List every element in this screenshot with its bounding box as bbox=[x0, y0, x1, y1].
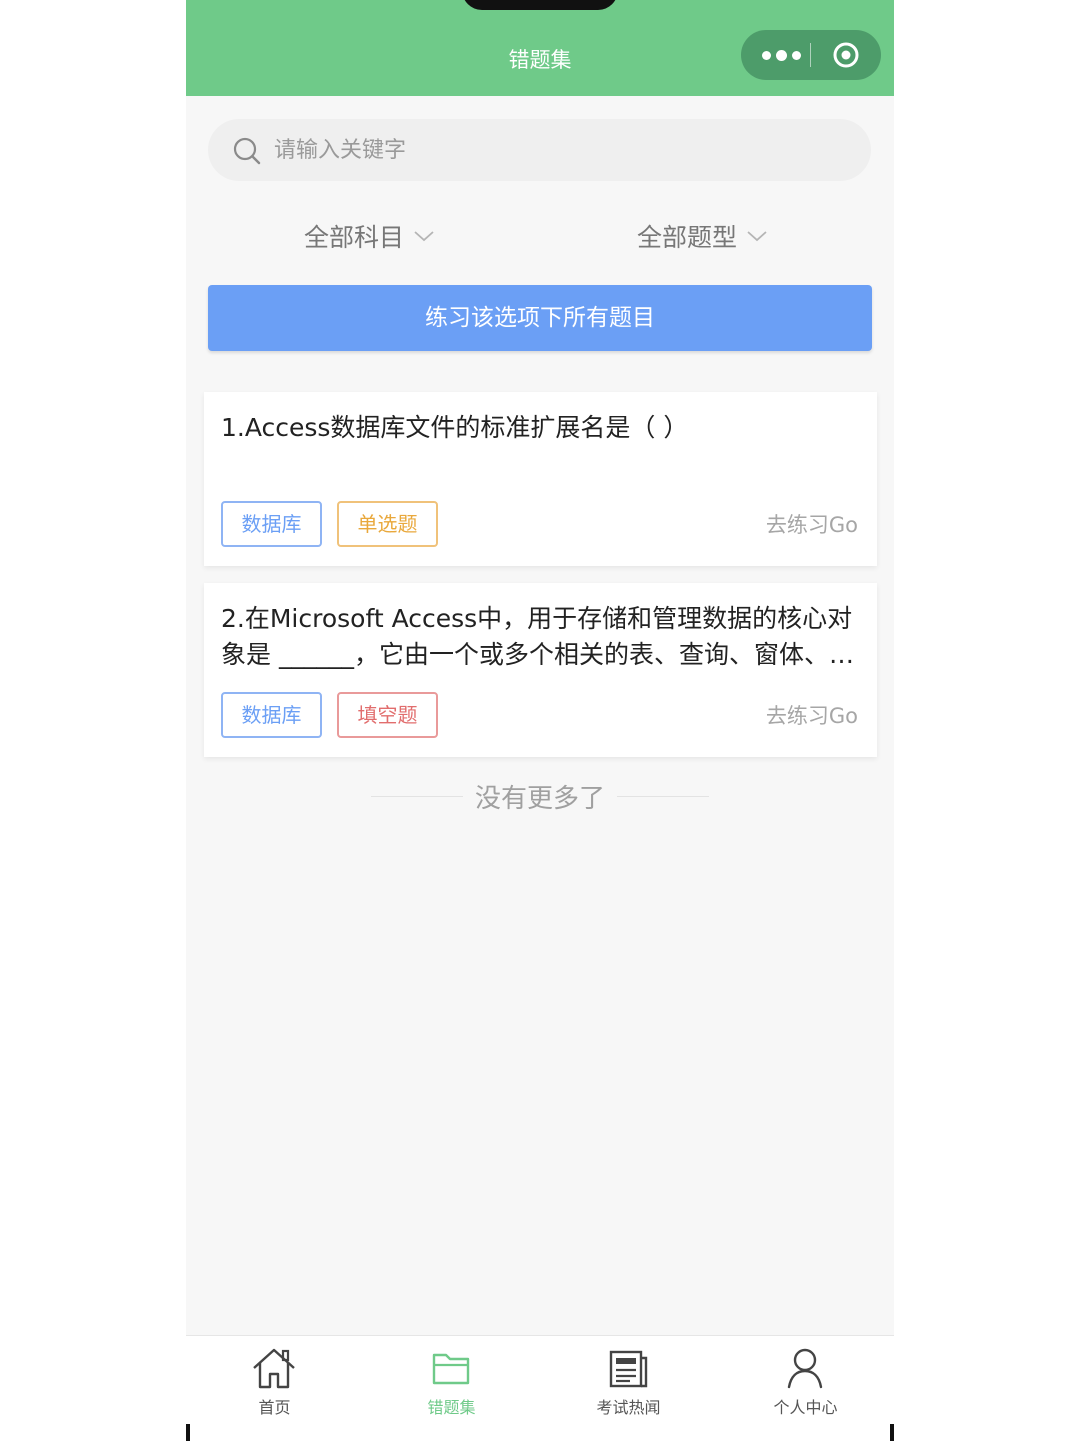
divider-line bbox=[617, 795, 709, 797]
home-icon bbox=[253, 1348, 295, 1389]
question-text: 1.Access数据库文件的标准扩展名是（ ） bbox=[221, 413, 689, 442]
type-tag: 填空题 bbox=[337, 692, 438, 738]
tab-wrong-questions-label: 错题集 bbox=[427, 1398, 476, 1417]
type-filter-label: 全部题型 bbox=[637, 223, 738, 252]
newspaper-icon bbox=[609, 1350, 648, 1388]
more-menu-button[interactable] bbox=[755, 30, 807, 80]
tab-bar: 首页 错题集 考试热闻 个人中心 bbox=[186, 1335, 894, 1441]
camera-notch bbox=[462, 0, 618, 10]
subject-filter[interactable]: 全部科目 bbox=[304, 214, 436, 258]
device-corner bbox=[890, 1424, 894, 1441]
device-corner bbox=[186, 1424, 190, 1441]
more-dot-icon bbox=[775, 49, 787, 61]
subject-tag: 数据库 bbox=[221, 501, 322, 547]
search-input[interactable] bbox=[274, 119, 834, 181]
nav-header: 错题集 bbox=[186, 0, 894, 96]
more-dot-icon bbox=[791, 50, 801, 60]
tab-exam-news-label: 考试热闻 bbox=[596, 1398, 661, 1417]
search-bar[interactable] bbox=[208, 119, 871, 181]
type-filter[interactable]: 全部题型 bbox=[637, 214, 769, 258]
capsule-divider bbox=[810, 43, 811, 67]
go-practice-link[interactable]: 去练习Go bbox=[766, 510, 858, 540]
search-icon bbox=[233, 137, 261, 165]
tab-wrong-questions[interactable]: 错题集 bbox=[363, 1336, 540, 1441]
go-practice-link[interactable]: 去练习Go bbox=[766, 701, 858, 731]
phone-screen: 错题集 全部科目 全部题型 bbox=[186, 0, 894, 1441]
subject-tag: 数据库 bbox=[221, 692, 322, 738]
close-miniprogram-icon[interactable] bbox=[832, 41, 860, 69]
divider-line bbox=[370, 795, 463, 797]
user-icon bbox=[787, 1348, 823, 1389]
tab-profile[interactable]: 个人中心 bbox=[717, 1336, 894, 1441]
no-more-text: 没有更多了 bbox=[474, 783, 605, 814]
tab-exam-news[interactable]: 考试热闻 bbox=[540, 1336, 717, 1441]
tab-home-label: 首页 bbox=[258, 1398, 291, 1417]
type-tag: 单选题 bbox=[337, 501, 438, 547]
folder-icon bbox=[432, 1353, 470, 1385]
end-of-list: 没有更多了 bbox=[362, 776, 718, 816]
more-dot-icon bbox=[761, 50, 771, 60]
question-card[interactable]: 1.Access数据库文件的标准扩展名是（ ） 数据库 单选题 去练习Go bbox=[204, 392, 877, 566]
question-card[interactable]: 2.在Microsoft Access中，用于存储和管理数据的核心对象是 ___… bbox=[204, 583, 877, 757]
tab-profile-label: 个人中心 bbox=[773, 1398, 838, 1417]
practice-all-button[interactable]: 练习该选项下所有题目 bbox=[208, 285, 872, 351]
chevron-down-icon bbox=[747, 231, 767, 242]
subject-filter-label: 全部科目 bbox=[304, 223, 405, 252]
chevron-down-icon bbox=[414, 231, 434, 242]
question-text: 2.在Microsoft Access中，用于存储和管理数据的核心对象是 ___… bbox=[221, 604, 854, 669]
miniprogram-capsule bbox=[741, 30, 881, 80]
tab-home[interactable]: 首页 bbox=[186, 1336, 363, 1441]
